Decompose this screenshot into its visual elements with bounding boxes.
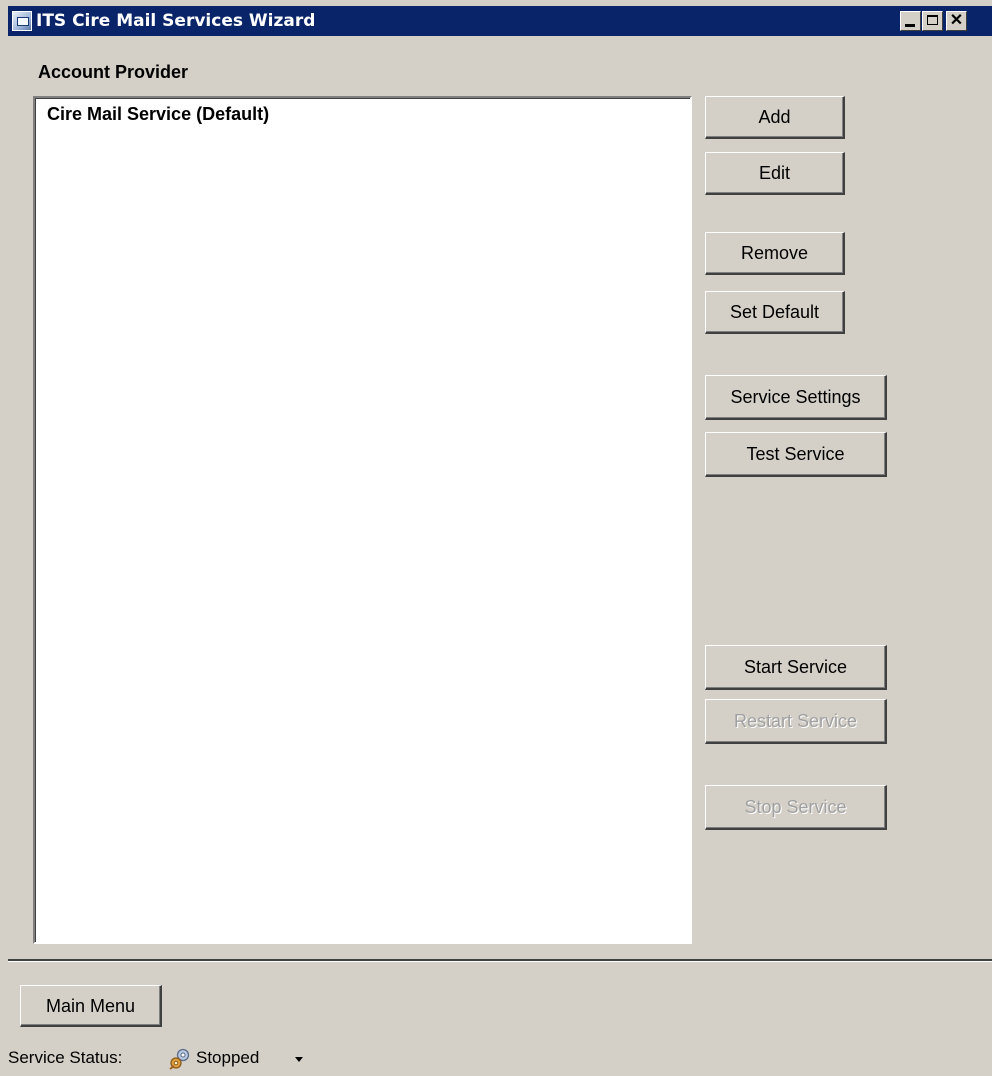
set-default-button[interactable]: Set Default (705, 291, 845, 334)
list-item[interactable]: Cire Mail Service (Default) (47, 104, 269, 125)
chevron-down-icon[interactable] (295, 1057, 303, 1062)
remove-button[interactable]: Remove (705, 232, 845, 275)
test-service-button[interactable]: Test Service (705, 432, 887, 477)
start-service-button[interactable]: Start Service (705, 645, 887, 690)
wizard-window: ITS Cire Mail Services Wizard ✕ Account … (0, 0, 992, 1076)
maximize-button[interactable] (922, 11, 943, 31)
maximize-icon (927, 15, 938, 25)
title-bar[interactable]: ITS Cire Mail Services Wizard ✕ (8, 6, 992, 36)
main-menu-button[interactable]: Main Menu (20, 985, 162, 1027)
minimize-icon (905, 24, 915, 27)
account-provider-label: Account Provider (38, 62, 189, 82)
window-title: ITS Cire Mail Services Wizard (36, 11, 316, 31)
divider (8, 959, 992, 962)
gears-icon (169, 1048, 190, 1070)
minimize-button[interactable] (900, 11, 921, 31)
edit-button[interactable]: Edit (705, 152, 845, 195)
stop-service-button[interactable]: Stop Service (705, 785, 887, 830)
service-status-label: Service Status: (8, 1048, 123, 1067)
close-button[interactable]: ✕ (946, 11, 967, 31)
add-button[interactable]: Add (705, 96, 845, 139)
service-settings-button[interactable]: Service Settings (705, 375, 887, 420)
restart-service-button[interactable]: Restart Service (705, 699, 887, 744)
account-provider-list[interactable]: Cire Mail Service (Default) (33, 96, 692, 944)
mail-wizard-icon (12, 11, 32, 31)
status-bar: Service Status: Stopped (0, 1040, 992, 1076)
close-icon: ✕ (949, 12, 964, 29)
service-status-value[interactable]: Stopped (196, 1048, 259, 1068)
